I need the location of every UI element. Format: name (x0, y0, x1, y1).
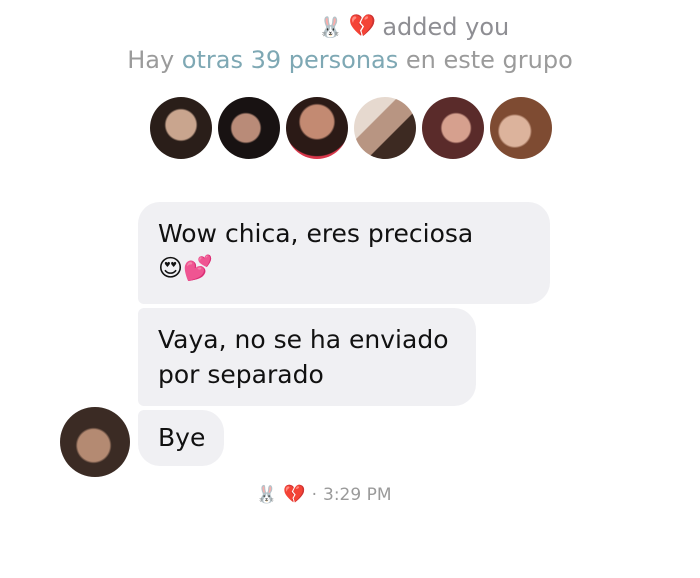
member-avatar-2[interactable] (218, 97, 280, 159)
message-bubble[interactable]: Bye (138, 410, 224, 466)
member-avatar-3[interactable] (286, 97, 348, 159)
group-info-prefix: Hay (127, 46, 182, 74)
member-avatars (150, 97, 552, 159)
message-text: Vaya, no se ha enviado (158, 325, 449, 354)
broken-heart-icon: 💔 (348, 14, 377, 39)
group-info-line: Hay otras 39 personas en este grupo (0, 46, 700, 74)
message-bubble[interactable]: Wow chica, eres preciosa 😍💕 (138, 202, 550, 304)
member-avatar-4[interactable] (354, 97, 416, 159)
member-avatar-6[interactable] (490, 97, 552, 159)
timestamp: 3:29 PM (323, 485, 392, 505)
seen-receipt: 🐰 💔 · 3:29 PM (256, 482, 392, 508)
member-avatar-1[interactable] (150, 97, 212, 159)
separator-dot: · (311, 485, 317, 505)
message-text: Wow chica, eres preciosa (158, 219, 474, 248)
message-bubble[interactable]: Vaya, no se ha enviado por separado (138, 308, 476, 406)
bunny-icon: 🐰 (318, 15, 343, 39)
other-members-link[interactable]: otras 39 personas (182, 46, 398, 74)
bunny-icon: 🐰 (256, 484, 278, 505)
broken-heart-icon: 💔 (283, 484, 306, 505)
group-info-suffix: en este grupo (398, 46, 573, 74)
message-text: por separado (158, 360, 324, 389)
member-avatar-5[interactable] (422, 97, 484, 159)
added-you-notice: 🐰 💔 added you (318, 10, 509, 44)
chat-screen: 🐰 💔 added you Hay otras 39 personas en e… (0, 0, 700, 578)
message-text: Bye (158, 423, 206, 452)
sender-avatar[interactable] (60, 407, 130, 477)
heart-eyes-emoji: 😍💕 (158, 254, 213, 282)
added-you-text: added you (382, 13, 510, 41)
